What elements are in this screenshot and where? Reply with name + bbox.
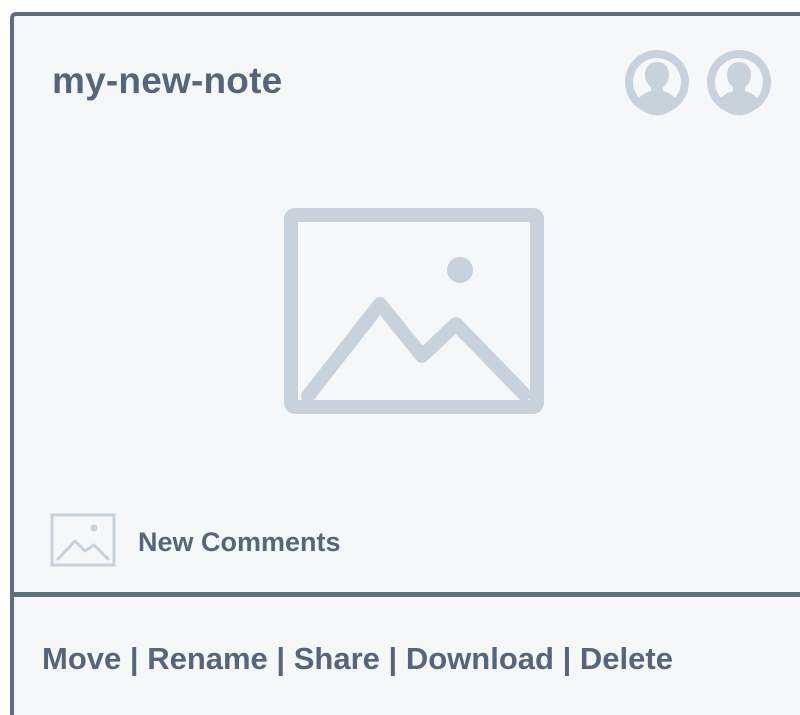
move-link[interactable]: Move [42,641,121,676]
note-title: my-new-note [52,60,283,101]
image-placeholder-icon [284,208,544,414]
rename-link[interactable]: Rename [147,641,268,676]
separator: | [276,641,286,676]
separator: | [388,641,398,676]
separator: | [129,641,139,676]
action-links: Move | Rename | Share | Download | Delet… [42,641,673,677]
image-thumbnail-icon [50,513,116,567]
note-card: my-new-note New Comments [10,12,800,596]
share-link[interactable]: Share [294,641,380,676]
action-bar: Move | Rename | Share | Download | Delet… [10,592,800,715]
user-avatar-icon[interactable] [622,47,692,117]
user-avatar-icon[interactable] [704,47,774,117]
download-link[interactable]: Download [406,641,554,676]
separator: | [562,641,572,676]
new-comments-label[interactable]: New Comments [138,527,341,558]
delete-link[interactable]: Delete [580,641,673,676]
